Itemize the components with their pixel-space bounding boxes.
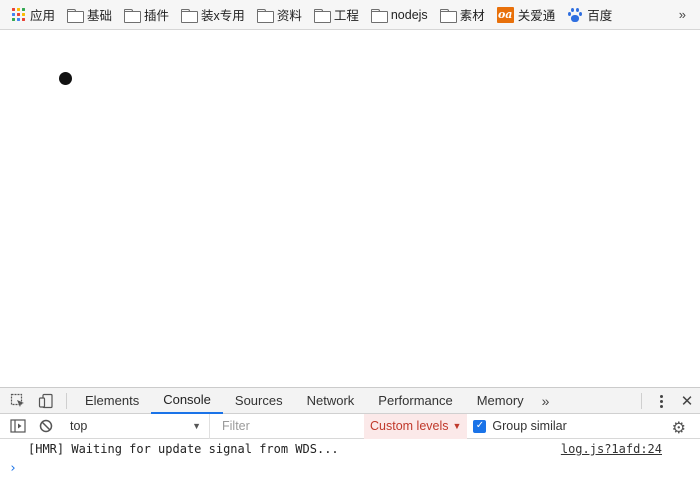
dropdown-arrow-icon: ▼ (452, 421, 462, 431)
tab-elements[interactable]: Elements (73, 388, 151, 414)
console-settings-gear-icon[interactable]: ⚙ (672, 418, 686, 438)
bookmark-label: 资料 (276, 9, 302, 23)
tab-console[interactable]: Console (151, 388, 223, 414)
tab-sources[interactable]: Sources (223, 388, 295, 414)
toolbar-divider (641, 393, 642, 409)
bookmark-folder-projects[interactable]: 工程 (313, 5, 359, 24)
dropdown-arrow-icon: ▼ (192, 421, 201, 431)
devtools-panel: Elements Console Sources Network Perform… (0, 387, 700, 487)
kebab-menu-icon[interactable] (648, 394, 674, 408)
bookmark-folder-basics[interactable]: 基础 (67, 5, 112, 24)
checkbox-checked-icon[interactable]: ✓ (473, 419, 487, 433)
bookmark-label: 工程 (333, 9, 359, 23)
folder-icon (256, 8, 274, 23)
console-output: [HMR] Waiting for update signal from WDS… (0, 439, 700, 487)
bookmark-folder-nodejs[interactable]: nodejs (370, 7, 428, 23)
bookmark-label: nodejs (390, 7, 428, 22)
filter-container (210, 414, 360, 439)
console-message-source-link[interactable]: log.js?1afd:24 (561, 439, 662, 459)
folder-icon (67, 8, 85, 23)
bookmarks-bar: 应用 基础 插件 装x专用 资料 工程 nodejs 素材 oa 关爱通 百度 … (0, 0, 700, 30)
bookmark-label: 装x专用 (201, 9, 245, 23)
tab-memory[interactable]: Memory (465, 388, 536, 414)
log-levels-dropdown[interactable]: Custom levels ▼ (364, 413, 468, 439)
devtools-tabbar: Elements Console Sources Network Perform… (0, 388, 700, 414)
folder-icon (124, 8, 142, 23)
bookmark-label: 素材 (459, 9, 485, 23)
bookmark-apps[interactable]: 应用 (12, 5, 55, 24)
bookmark-folder-assets[interactable]: 素材 (439, 5, 485, 24)
more-tabs-chevron-icon[interactable]: » (536, 393, 556, 409)
bookmark-folder-materials[interactable]: 资料 (256, 5, 302, 24)
log-levels-label: Custom levels (370, 419, 449, 433)
context-selector[interactable]: top ▼ (60, 413, 210, 439)
filter-input[interactable] (222, 419, 352, 433)
bookmark-folder-showoff[interactable]: 装x专用 (181, 5, 245, 24)
tab-network[interactable]: Network (295, 388, 367, 414)
folder-icon (313, 8, 331, 23)
tab-performance[interactable]: Performance (366, 388, 464, 414)
bookmark-label: 百度 (587, 9, 613, 23)
device-toolbar-icon[interactable] (32, 388, 60, 414)
bookmark-label: 基础 (87, 9, 113, 23)
bookmark-guanaitong[interactable]: oa 关爱通 (496, 5, 556, 24)
bookmarks-overflow-chevron-icon[interactable]: » (679, 7, 686, 22)
group-similar-toggle[interactable]: ✓ Group similar (473, 419, 567, 433)
clear-console-icon[interactable] (32, 413, 60, 439)
show-sidebar-icon[interactable] (4, 413, 32, 439)
close-devtools-icon[interactable]: ✕ (674, 392, 700, 410)
folder-icon (370, 8, 388, 23)
inspect-element-icon[interactable] (4, 388, 32, 414)
paw-icon (567, 7, 583, 23)
console-toolbar: top ▼ Custom levels ▼ ✓ Group similar ⚙ (0, 413, 700, 439)
bookmark-folder-plugins[interactable]: 插件 (124, 5, 169, 24)
console-prompt-chevron-icon[interactable]: › (9, 461, 17, 476)
oa-logo-icon: oa (496, 6, 514, 23)
toolbar-divider (66, 392, 67, 409)
console-message-text: [HMR] Waiting for update signal from WDS… (28, 442, 339, 456)
apps-grid-icon (12, 7, 26, 22)
folder-icon (439, 8, 457, 23)
bookmark-baidu[interactable]: 百度 (567, 5, 612, 24)
bookmark-label: 插件 (144, 9, 170, 23)
bookmark-label: 关爱通 (517, 9, 556, 23)
bookmark-label: 应用 (30, 9, 56, 23)
group-similar-label: Group similar (492, 419, 567, 433)
context-value: top (70, 419, 88, 433)
page-viewport (0, 30, 700, 387)
folder-icon (181, 8, 199, 23)
canvas-dot (59, 72, 72, 85)
